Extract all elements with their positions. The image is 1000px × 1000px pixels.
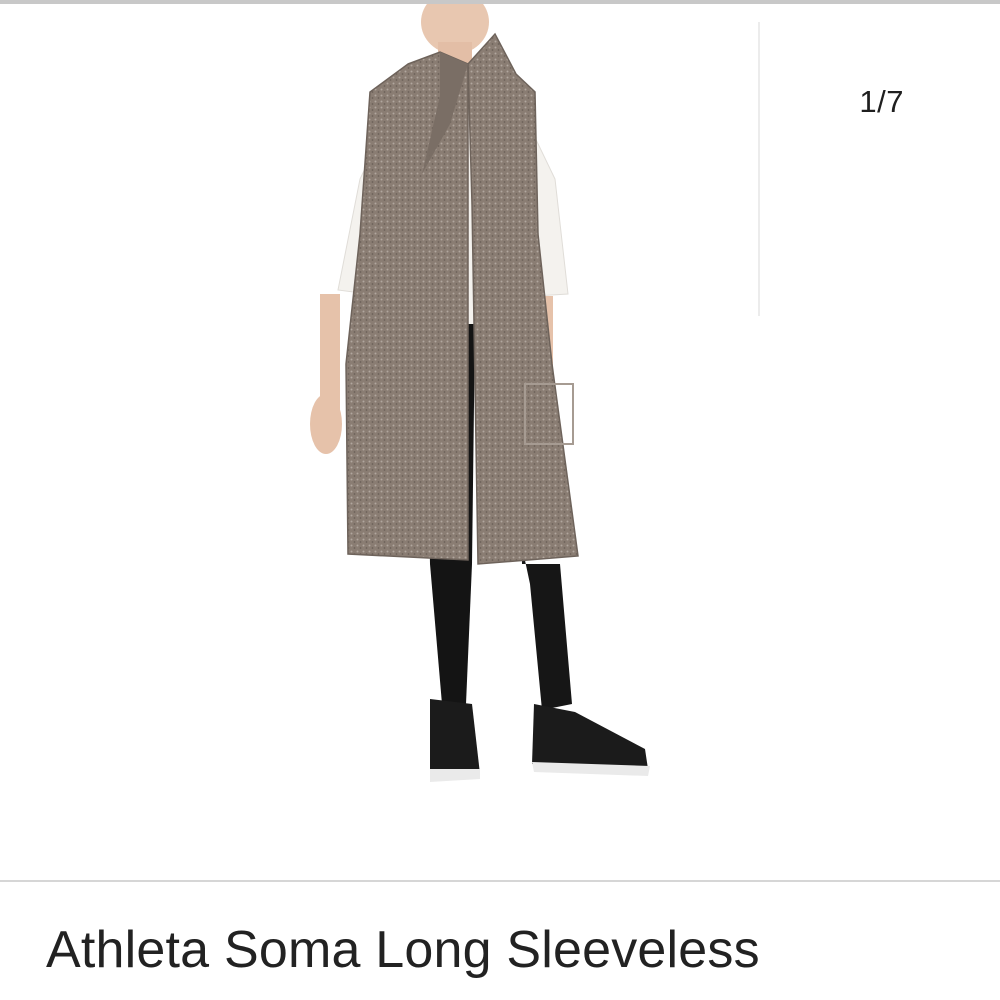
left-shoe-sole: [430, 769, 480, 782]
product-photo[interactable]: [290, 4, 690, 804]
right-shoe: [532, 704, 648, 769]
section-divider: [0, 880, 1000, 882]
left-forearm: [320, 294, 340, 414]
left-shoe: [430, 699, 480, 779]
product-listing-page: 1/7 Athleta Soma Long Sleeveless: [0, 0, 1000, 1000]
vest-left-panel: [345, 51, 469, 561]
image-frame-edge: [758, 22, 760, 316]
vest-right-panel: [467, 32, 579, 565]
product-title: Athleta Soma Long Sleeveless: [46, 921, 760, 979]
image-gallery[interactable]: 1/7: [0, 4, 1000, 880]
image-counter: 1/7: [859, 84, 904, 119]
